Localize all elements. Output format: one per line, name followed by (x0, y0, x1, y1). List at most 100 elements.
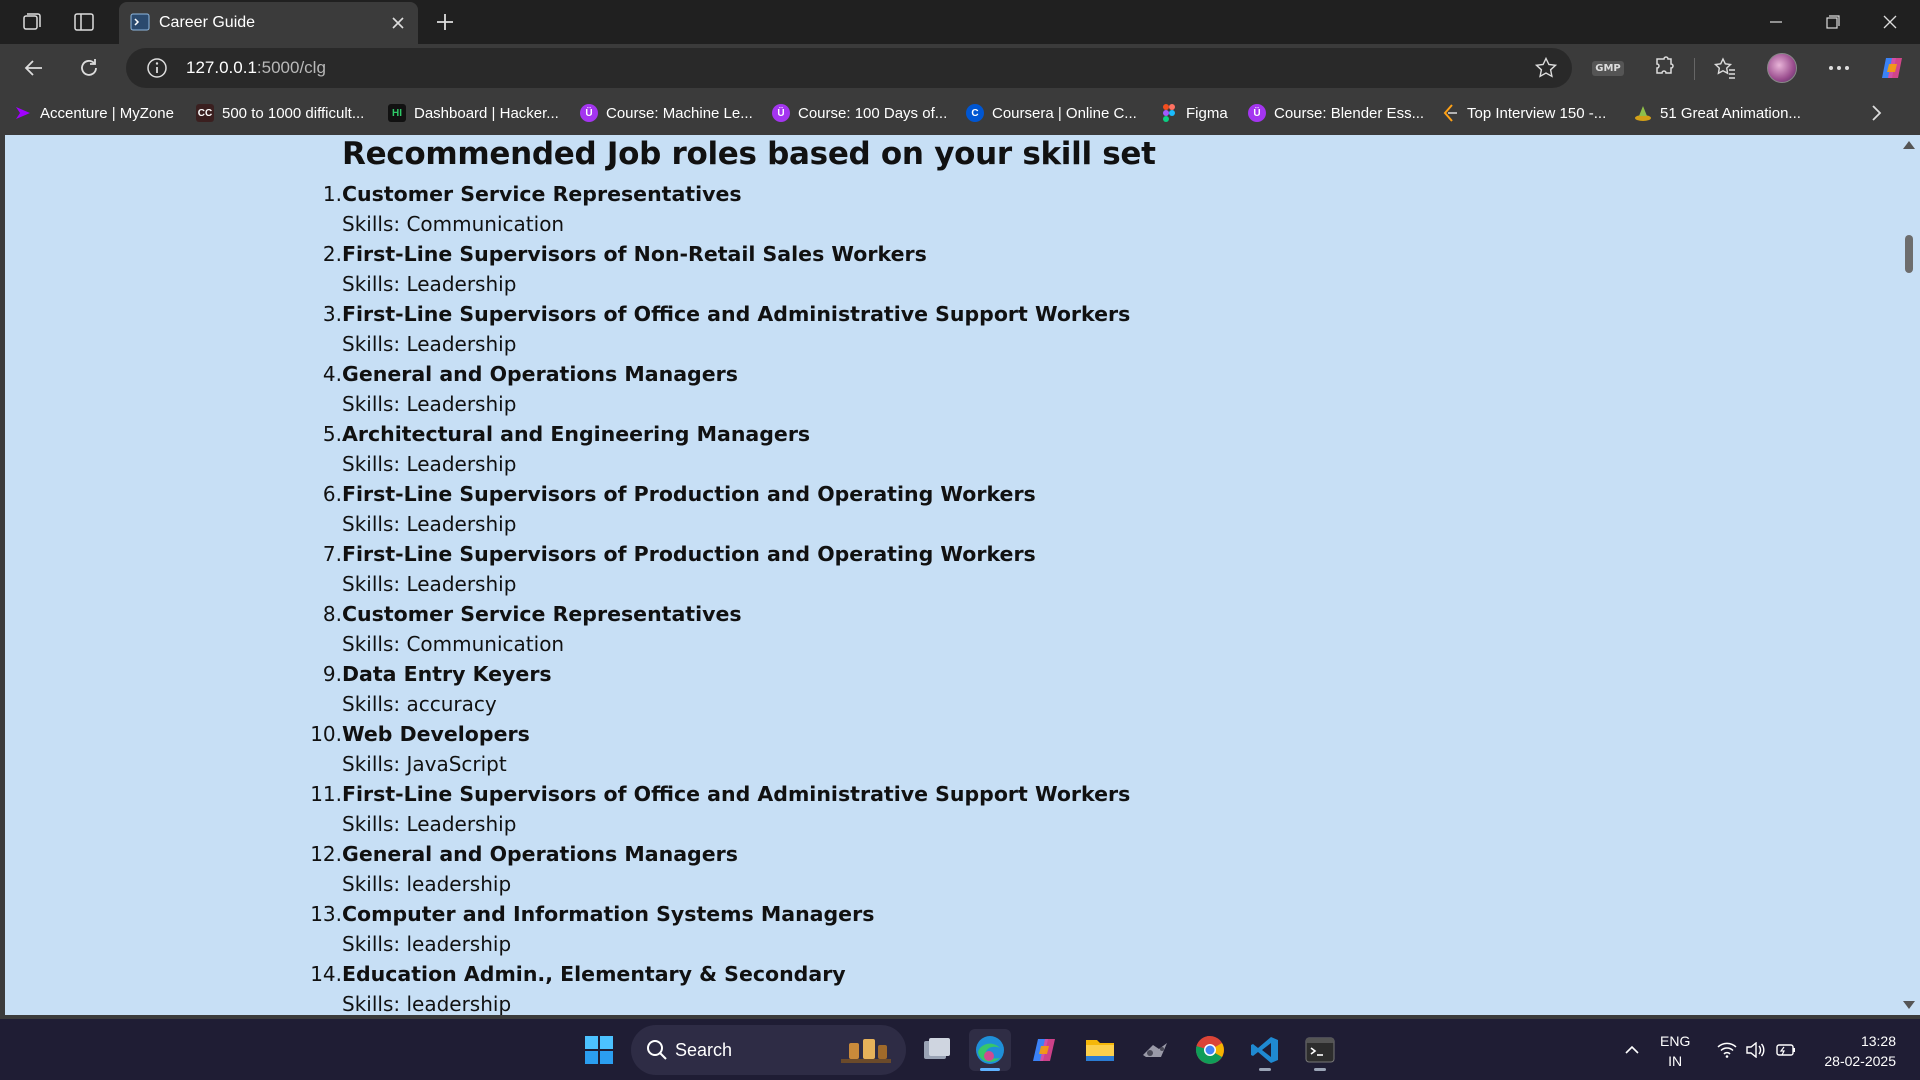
clock-date: 28-02-2025 (1824, 1053, 1896, 1069)
bookmark-label: Course: 100 Days of... (798, 104, 948, 122)
job-title: Web Developers (342, 722, 530, 746)
hackerrank-icon: HI (388, 104, 406, 122)
bookmark-course-machine-learning[interactable]: Ü Course: Machine Le... (580, 101, 753, 125)
copilot-taskbar-icon[interactable] (1024, 1029, 1066, 1071)
list-item: 14. Education Admin., Elementary & Second… (5, 959, 1405, 1015)
favorite-star-icon[interactable] (1534, 56, 1558, 80)
job-number: 13. (310, 902, 342, 926)
scrollbar-thumb[interactable] (1905, 235, 1913, 273)
job-roles-list: 1. Customer Service Representatives Skills… (5, 179, 1405, 1015)
coursera-icon: C (966, 104, 984, 122)
job-skills: Skills: Leadership (342, 392, 517, 416)
job-title: First-Line Supervisors of Non-Retail Sal… (342, 242, 927, 266)
favorites-icon[interactable] (1709, 52, 1741, 84)
restore-icon[interactable] (1805, 0, 1861, 44)
language-indicator[interactable]: ENG IN (1660, 1031, 1690, 1071)
bookmark-accenture[interactable]: Accenture | MyZone (14, 101, 174, 125)
refresh-icon[interactable] (71, 50, 107, 86)
job-title: Data Entry Keyers (342, 662, 552, 686)
bookmark-label: Accenture | MyZone (40, 104, 174, 122)
job-skills: Skills: leadership (342, 872, 512, 896)
minimize-icon[interactable] (1748, 0, 1804, 44)
active-indicator (980, 1068, 1000, 1071)
address-bar[interactable]: 127.0.0.1:5000/clg (126, 48, 1572, 88)
edge-taskbar-icon[interactable] (969, 1029, 1011, 1071)
running-indicator (1314, 1068, 1326, 1071)
system-clock[interactable]: 13:28 28-02-2025 (1810, 1031, 1896, 1071)
job-number: 11. (310, 782, 342, 806)
vertical-scrollbar[interactable] (1898, 135, 1920, 1015)
page-viewport[interactable]: Recommended Job roles based on your skil… (5, 135, 1898, 1015)
chevron-right-icon[interactable] (1864, 101, 1888, 125)
file-explorer-icon[interactable] (1079, 1029, 1121, 1071)
gmp-extension-icon[interactable]: GMP (1592, 52, 1624, 84)
bookmark-course-100-days[interactable]: Ü Course: 100 Days of... (772, 101, 947, 125)
job-title: Customer Service Representatives (342, 182, 742, 206)
job-skills: Skills: Leadership (342, 512, 517, 536)
udemy-icon: Ü (1248, 104, 1266, 122)
volume-icon[interactable] (1742, 1019, 1768, 1080)
taskbar-search[interactable]: Search (631, 1025, 906, 1075)
scroll-down-arrow-icon[interactable] (1903, 1001, 1915, 1009)
list-item: 9. Data Entry Keyers Skills: accuracy (5, 659, 1405, 719)
list-item: 8. Customer Service Representatives Skills… (5, 599, 1405, 659)
extensions-puzzle-icon[interactable] (1648, 52, 1680, 84)
cc-icon: CC (196, 104, 214, 122)
bookmark-coursera[interactable]: C Coursera | Online C... (966, 101, 1137, 125)
job-number: 9. (322, 662, 342, 686)
job-title: Customer Service Representatives (342, 602, 742, 626)
avatar (1767, 53, 1797, 83)
scroll-up-arrow-icon[interactable] (1903, 141, 1915, 149)
list-item: 6. First-Line Supervisors of Production a… (5, 479, 1405, 539)
page-title: Recommended Job roles based on your skil… (342, 136, 1156, 172)
site-info-icon[interactable] (146, 57, 168, 79)
vertical-tabs-icon[interactable] (70, 8, 98, 36)
bookmark-figma[interactable]: Figma (1160, 101, 1228, 125)
task-view-icon[interactable] (916, 1029, 958, 1071)
job-skills: Skills: leadership (342, 932, 512, 956)
bookmark-label: Coursera | Online C... (992, 104, 1137, 122)
bookmark-500-difficult[interactable]: CC 500 to 1000 difficult... (196, 101, 364, 125)
close-tab-icon[interactable] (387, 12, 409, 34)
vscode-icon[interactable] (1244, 1029, 1286, 1071)
tab-title: Career Guide (159, 14, 256, 31)
tab-career-guide[interactable]: Career Guide (119, 2, 418, 44)
chrome-icon[interactable] (1189, 1029, 1231, 1071)
job-title: General and Operations Managers (342, 842, 738, 866)
terminal-favicon-icon (130, 13, 150, 31)
terminal-icon[interactable] (1299, 1029, 1341, 1071)
job-number: 8. (322, 602, 342, 626)
job-number: 2. (322, 242, 342, 266)
taskbar: Search ENG IN 13:28 28-02-2025 (0, 1019, 1920, 1080)
list-item: 5. Architectural and Engineering Managers… (5, 419, 1405, 479)
wifi-icon[interactable] (1714, 1019, 1740, 1080)
bookmark-top-interview[interactable]: Top Interview 150 -... (1441, 101, 1606, 125)
game-app-icon[interactable] (1134, 1029, 1176, 1071)
profile-avatar[interactable] (1766, 52, 1798, 84)
job-title: First-Line Supervisors of Production and… (342, 482, 1036, 506)
job-number: 3. (322, 302, 342, 326)
bookmark-course-blender[interactable]: Ü Course: Blender Ess... (1248, 101, 1424, 125)
list-item: 3. First-Line Supervisors of Office and A… (5, 299, 1405, 359)
search-label: Search (675, 1040, 733, 1060)
clock-time: 13:28 (1860, 1033, 1896, 1049)
job-number: 6. (322, 482, 342, 506)
job-title: First-Line Supervisors of Office and Adm… (342, 782, 1131, 806)
job-skills: Skills: Leadership (342, 812, 517, 836)
bookmark-label: Figma (1186, 104, 1228, 122)
copilot-icon[interactable] (1876, 52, 1908, 84)
workspaces-icon[interactable] (18, 8, 46, 36)
bookmark-label: Top Interview 150 -... (1467, 104, 1607, 122)
leetcode-icon (1441, 104, 1459, 122)
new-tab-icon[interactable] (431, 8, 459, 36)
bookmark-hackerrank[interactable]: HI Dashboard | Hacker... (388, 101, 559, 125)
url-text[interactable]: 127.0.0.1:5000/clg (186, 58, 326, 78)
show-hidden-icons-chevron-up-icon[interactable] (1620, 1019, 1644, 1080)
battery-icon[interactable] (1772, 1019, 1798, 1080)
close-window-icon[interactable] (1862, 0, 1918, 44)
more-options-icon[interactable] (1823, 52, 1855, 84)
back-icon[interactable] (16, 50, 52, 86)
bookmark-great-animation[interactable]: 51 Great Animation... (1634, 101, 1801, 125)
toolbar-divider (1694, 58, 1695, 80)
start-windows-icon[interactable] (578, 1029, 620, 1071)
